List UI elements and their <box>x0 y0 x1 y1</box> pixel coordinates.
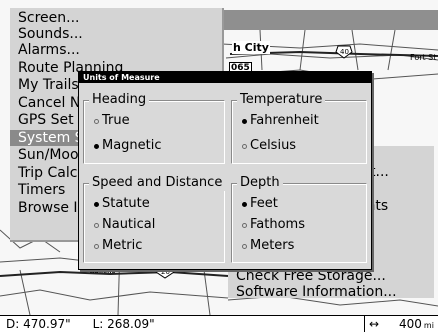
submenu-item-partial-1[interactable]: t... <box>370 164 389 180</box>
option-label: Statute <box>102 196 150 211</box>
map-fort-label: Fort St <box>410 53 437 62</box>
submenu-item-software-information[interactable]: Software Information... <box>236 284 397 300</box>
option-label: Nautical <box>102 217 156 232</box>
option-label: Celsius <box>250 138 297 153</box>
radio-icon <box>242 244 247 249</box>
radio-selected-icon <box>94 202 99 207</box>
radio-selected-icon <box>242 202 247 207</box>
menu-item-screen[interactable]: Screen... <box>18 10 79 26</box>
zoom-scale-value: 400 mi <box>399 316 434 332</box>
radio-icon <box>94 223 99 228</box>
speed-distance-group: Speed and Distance Statute Nautical Metr… <box>83 175 226 263</box>
heading-group-label: Heading <box>89 92 150 108</box>
radio-icon <box>242 144 247 149</box>
radio-selected-icon <box>242 119 247 124</box>
menu-item-alarms[interactable]: Alarms... <box>18 42 80 58</box>
menu-item-sounds[interactable]: Sounds... <box>18 26 83 42</box>
menu-item-sun-moon[interactable]: Sun/Moo <box>18 147 79 163</box>
dialog-titlebar: Units of Measure <box>79 72 371 83</box>
menu-item-browse[interactable]: Browse I <box>18 200 78 216</box>
radio-icon <box>94 244 99 249</box>
zoom-unit: mi <box>423 321 434 330</box>
menu-item-my-trails[interactable]: My Trails <box>18 77 79 93</box>
radio-selected-icon <box>94 144 99 149</box>
menu-item-timers[interactable]: Timers <box>18 182 65 198</box>
menu-item-gps-setup[interactable]: GPS Set <box>18 112 74 128</box>
option-label: Meters <box>250 238 295 253</box>
length-readout: L: 268.09" <box>92 317 155 331</box>
temperature-group-label: Temperature <box>237 92 326 108</box>
cursor-readout: D: 470.97" L: 268.09" <box>0 316 155 332</box>
zoom-scale: ↔ 400 mi <box>364 316 438 332</box>
option-label: True <box>102 113 130 128</box>
scale-arrow-icon: ↔ <box>369 317 380 331</box>
option-label: Magnetic <box>102 138 162 153</box>
option-label: Feet <box>250 196 278 211</box>
option-label: Fahrenheit <box>250 113 319 128</box>
heading-group: Heading True Magnetic <box>83 92 225 164</box>
speed-distance-group-label: Speed and Distance <box>89 175 226 191</box>
status-bar: D: 470.97" L: 268.09" ↔ 400 mi <box>0 315 438 332</box>
submenu-item-check-free-storage[interactable]: Check Free Storage... <box>236 268 386 284</box>
map-city-label: h City <box>232 41 270 54</box>
temperature-group: Temperature Fahrenheit Celsius <box>231 92 367 164</box>
option-label: Fathoms <box>250 217 305 232</box>
depth-group-label: Depth <box>237 175 283 191</box>
depth-group: Depth Feet Fathoms Meters <box>231 175 367 263</box>
option-label: Metric <box>102 238 143 253</box>
distance-readout: D: 470.97" <box>6 317 71 331</box>
interstate-shield-label: 40 <box>340 48 349 56</box>
menu-item-trip-calculator[interactable]: Trip Calc <box>18 165 77 181</box>
radio-icon <box>242 223 247 228</box>
dialog-title: Units of Measure <box>83 73 160 82</box>
gps-screen: 40 20 h City 065 Fort St Abilene Screen.… <box>0 0 438 332</box>
units-of-measure-dialog: Units of Measure Heading True Magnetic T… <box>78 71 372 270</box>
menu-item-cancel-navigation[interactable]: Cancel N <box>18 95 80 111</box>
radio-icon <box>94 119 99 124</box>
zoom-value: 400 <box>399 317 422 331</box>
